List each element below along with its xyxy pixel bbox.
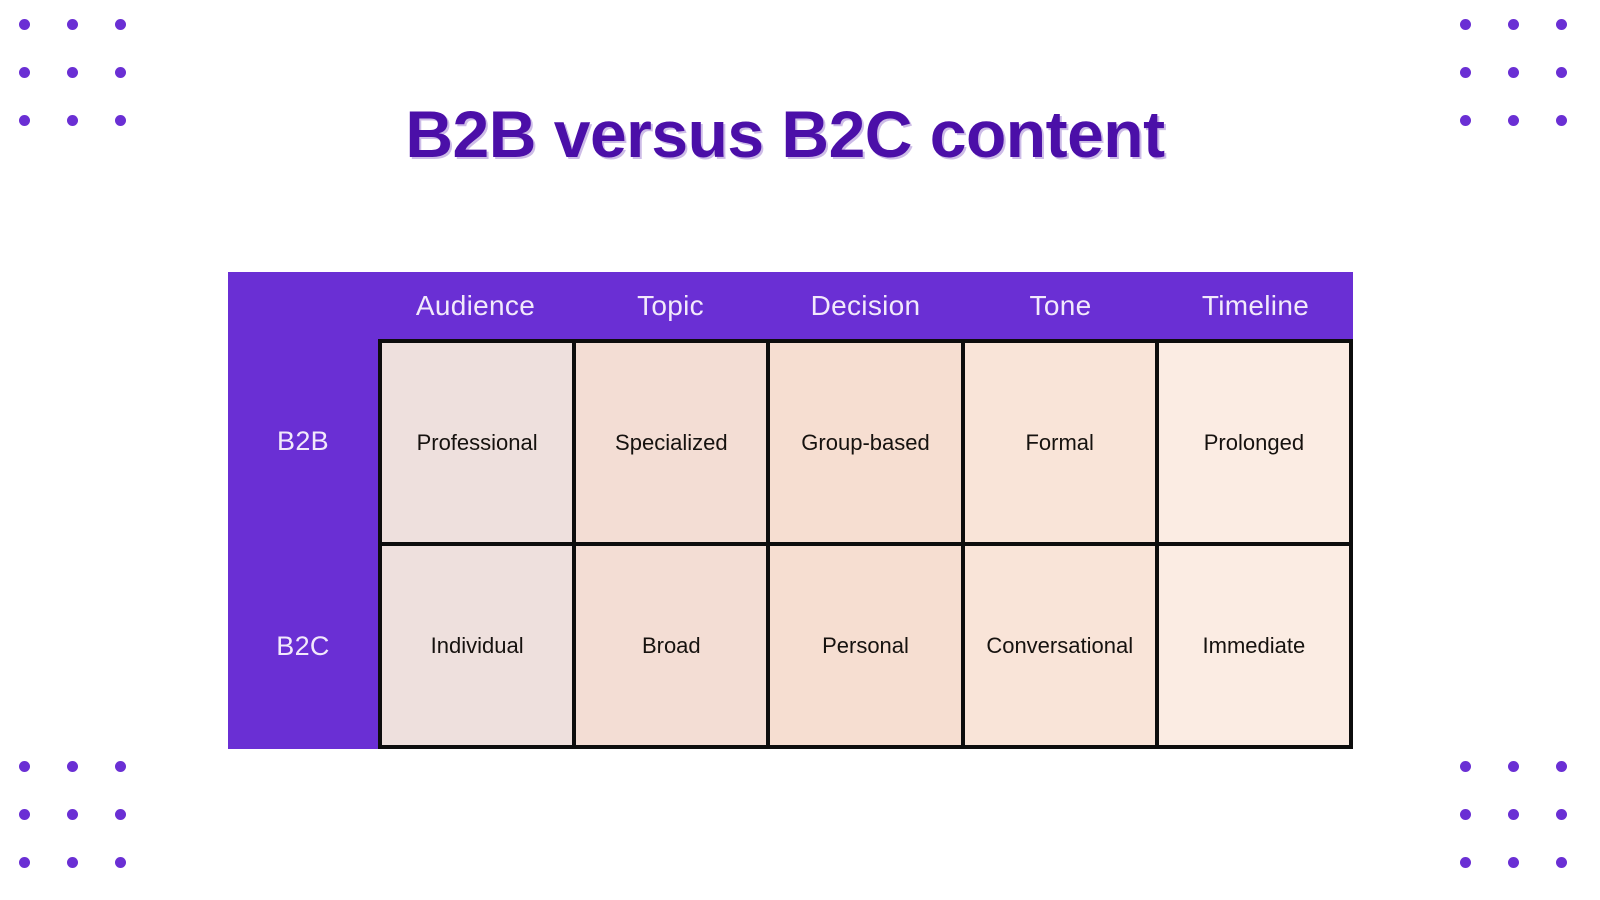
dot xyxy=(1459,18,1471,30)
cell-b2c-timeline: Immediate xyxy=(1158,546,1354,749)
dot xyxy=(18,856,30,868)
dot xyxy=(1459,856,1471,868)
table-row-b2b: Professional Specialized Group-based For… xyxy=(382,343,1354,546)
dot xyxy=(114,66,126,78)
dot xyxy=(1555,808,1567,820)
dot xyxy=(1555,18,1567,30)
decorative-dot-grid-bottom-right xyxy=(1441,742,1585,886)
cell-b2c-topic: Broad xyxy=(576,546,771,749)
cell-b2b-timeline: Prolonged xyxy=(1158,343,1354,546)
dot xyxy=(1555,856,1567,868)
dot xyxy=(114,808,126,820)
cell-b2c-tone: Conversational xyxy=(964,546,1159,749)
dot xyxy=(18,66,30,78)
table-cells-area: Professional Specialized Group-based For… xyxy=(378,339,1354,749)
dot xyxy=(18,18,30,30)
table-row-b2c: Individual Broad Personal Conversational… xyxy=(382,546,1354,749)
dot xyxy=(66,66,78,78)
cell-b2b-tone: Formal xyxy=(964,343,1159,546)
dot xyxy=(66,760,78,772)
page-title: B2B versus B2C content xyxy=(405,97,1165,171)
table-content-layer: Audience Topic Decision Tone Timeline B2… xyxy=(228,272,1354,749)
comparison-table: Audience Topic Decision Tone Timeline B2… xyxy=(228,272,1354,749)
dot xyxy=(114,760,126,772)
row-label-column: B2B B2C xyxy=(228,339,378,749)
dot xyxy=(114,856,126,868)
dot xyxy=(114,18,126,30)
dot xyxy=(18,808,30,820)
cell-b2b-topic: Specialized xyxy=(576,343,771,546)
decorative-dot-grid-bottom-left xyxy=(0,742,144,886)
dot xyxy=(1507,808,1519,820)
dot xyxy=(1507,760,1519,772)
dot xyxy=(1459,808,1471,820)
column-header-timeline: Timeline xyxy=(1201,289,1310,321)
dot xyxy=(1507,856,1519,868)
column-header-tone: Tone xyxy=(1029,289,1092,321)
column-header-decision: Decision xyxy=(810,289,921,321)
slide-canvas: B2B versus B2C content Audience Topic De… xyxy=(0,0,1600,900)
dot xyxy=(1459,66,1471,78)
dot xyxy=(1459,760,1471,772)
row-label-b2b: B2B xyxy=(277,426,329,456)
row-label-b2c: B2C xyxy=(276,631,330,661)
cell-b2c-audience: Individual xyxy=(382,546,577,749)
dot xyxy=(66,856,78,868)
column-header-audience: Audience xyxy=(415,289,536,321)
dot xyxy=(1507,18,1519,30)
cell-b2c-decision: Personal xyxy=(770,546,965,749)
dot xyxy=(1555,760,1567,772)
dot xyxy=(18,760,30,772)
dot xyxy=(1507,66,1519,78)
table-corner-cell xyxy=(228,272,378,339)
table-body: B2B B2C Professional Specialized Group-b… xyxy=(228,339,1354,749)
dot xyxy=(66,18,78,30)
dot xyxy=(66,808,78,820)
cell-b2b-audience: Professional xyxy=(382,343,577,546)
table-header-row: Audience Topic Decision Tone Timeline xyxy=(228,272,1353,339)
dot xyxy=(1555,66,1567,78)
column-header-topic: Topic xyxy=(637,289,704,321)
cell-b2b-decision: Group-based xyxy=(770,343,965,546)
